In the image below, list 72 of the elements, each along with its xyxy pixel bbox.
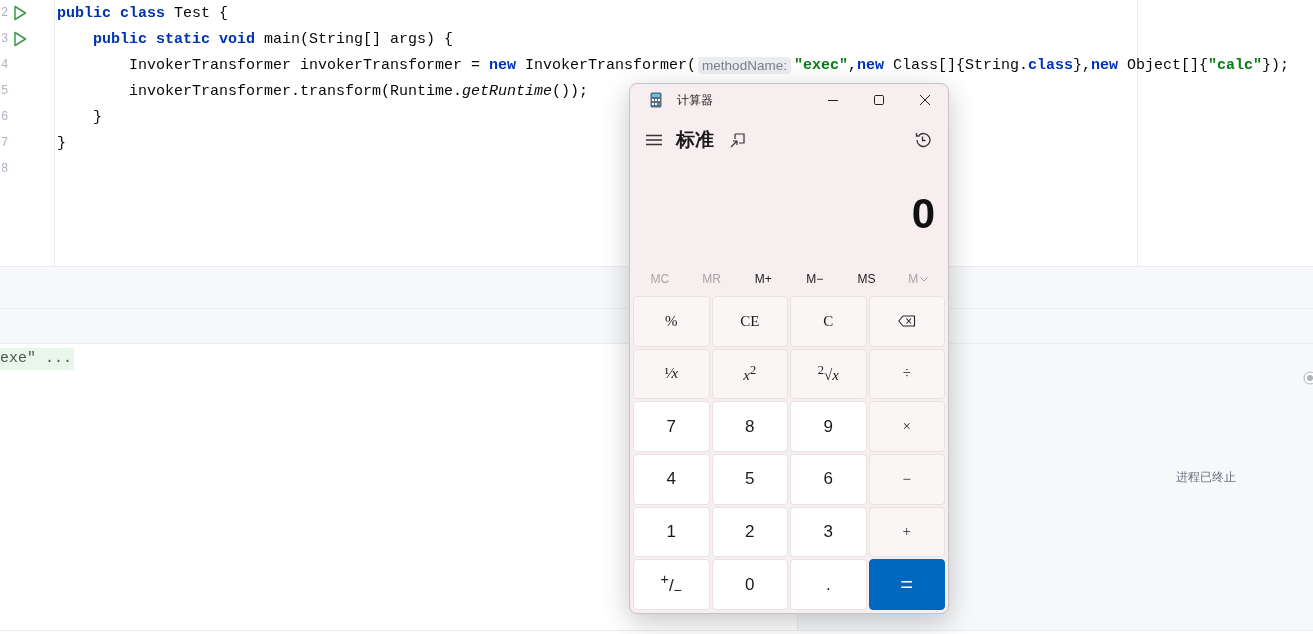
- line-number: 5: [1, 84, 9, 98]
- memory-button[interactable]: MS: [840, 264, 893, 294]
- code-token: "exec": [793, 56, 848, 74]
- memory-button[interactable]: M−: [789, 264, 841, 294]
- code-token: public static void: [93, 30, 256, 48]
- console-output: exe" ...: [0, 348, 74, 370]
- calculator-key[interactable]: 9: [790, 401, 867, 452]
- backspace-button[interactable]: [868, 296, 945, 347]
- line-number: 4: [1, 58, 9, 72]
- parameter-hint: methodName:: [698, 56, 791, 74]
- run-icon[interactable]: [13, 5, 27, 21]
- run-icon[interactable]: [13, 31, 27, 47]
- calculator-key[interactable]: ÷: [868, 348, 945, 400]
- code-token: },: [1073, 56, 1091, 74]
- calculator-key[interactable]: 3: [790, 506, 867, 558]
- code-token: ());: [552, 82, 589, 100]
- backspace-icon: [897, 315, 916, 328]
- calculator-key[interactable]: =: [868, 559, 945, 610]
- code-token: getRuntime: [462, 82, 553, 100]
- code-token: }: [57, 134, 66, 152]
- display-value: 0: [911, 190, 935, 238]
- code-token: public class: [57, 4, 166, 22]
- calculator-key[interactable]: 8: [711, 401, 788, 452]
- calculator-key[interactable]: $^{+}$/$_{−}$: [633, 559, 710, 610]
- calculator-key[interactable]: 5: [711, 454, 788, 505]
- code-token: invokerTransformer.transform(Runtime.: [129, 82, 463, 100]
- code-token: "calc": [1208, 56, 1263, 74]
- code-token: InvokerTransformer(: [524, 56, 697, 74]
- calculator-key[interactable]: 6: [790, 454, 867, 505]
- calculator-key[interactable]: 2: [711, 506, 788, 558]
- line-number: 7: [1, 136, 9, 150]
- calculator-key[interactable]: CE: [711, 296, 788, 347]
- calculator-key[interactable]: 0: [711, 559, 788, 610]
- mode-title: 标准: [676, 127, 714, 152]
- calculator-key[interactable]: 4: [633, 454, 710, 505]
- code-token: Object[]{: [1126, 56, 1209, 74]
- line-number: 3: [1, 32, 9, 46]
- code-token: main(String[] args) {: [263, 30, 454, 48]
- code-token: });: [1262, 56, 1290, 74]
- menu-icon[interactable]: [646, 134, 662, 146]
- code-token: ,: [847, 56, 857, 74]
- calculator-key[interactable]: +: [868, 506, 945, 558]
- calculator-key[interactable]: $^{2}$√x: [790, 348, 867, 400]
- calculator-key[interactable]: %: [633, 296, 710, 347]
- chevron-icon: [920, 276, 929, 282]
- line-number: 8: [1, 162, 9, 176]
- calculator-key[interactable]: 7: [633, 401, 710, 452]
- calculator-key[interactable]: ×: [868, 401, 945, 452]
- calculator-icon: [650, 92, 662, 108]
- close-icon[interactable]: [919, 94, 931, 106]
- line-number: 2: [1, 6, 9, 20]
- memory-button[interactable]: M+: [737, 264, 789, 294]
- calculator-key[interactable]: x$^{2}$: [711, 348, 788, 400]
- history-icon[interactable]: [914, 131, 932, 149]
- calculator-key[interactable]: 1: [633, 506, 710, 558]
- line-number: 6: [1, 110, 9, 124]
- calculator-key[interactable]: ¹⁄x: [633, 348, 710, 400]
- code-token: Test {: [173, 4, 229, 22]
- code-token: new: [489, 56, 517, 74]
- code-token: }: [93, 108, 102, 126]
- maximize-icon[interactable]: [873, 94, 885, 106]
- status-text: 进程已终止: [1175, 468, 1236, 486]
- code-token: new: [856, 56, 884, 74]
- calculator-key[interactable]: −: [868, 454, 945, 505]
- keep-on-top-icon[interactable]: [730, 132, 745, 148]
- calculator-key[interactable]: .: [790, 559, 867, 610]
- code-token: class: [1028, 56, 1073, 74]
- calculator-key[interactable]: C: [790, 296, 867, 347]
- code-token: Class[]{String.: [891, 56, 1028, 74]
- window-title: 计算器: [677, 91, 713, 109]
- code-token: new: [1091, 56, 1119, 74]
- code-token: InvokerTransformer invokerTransformer =: [129, 56, 482, 74]
